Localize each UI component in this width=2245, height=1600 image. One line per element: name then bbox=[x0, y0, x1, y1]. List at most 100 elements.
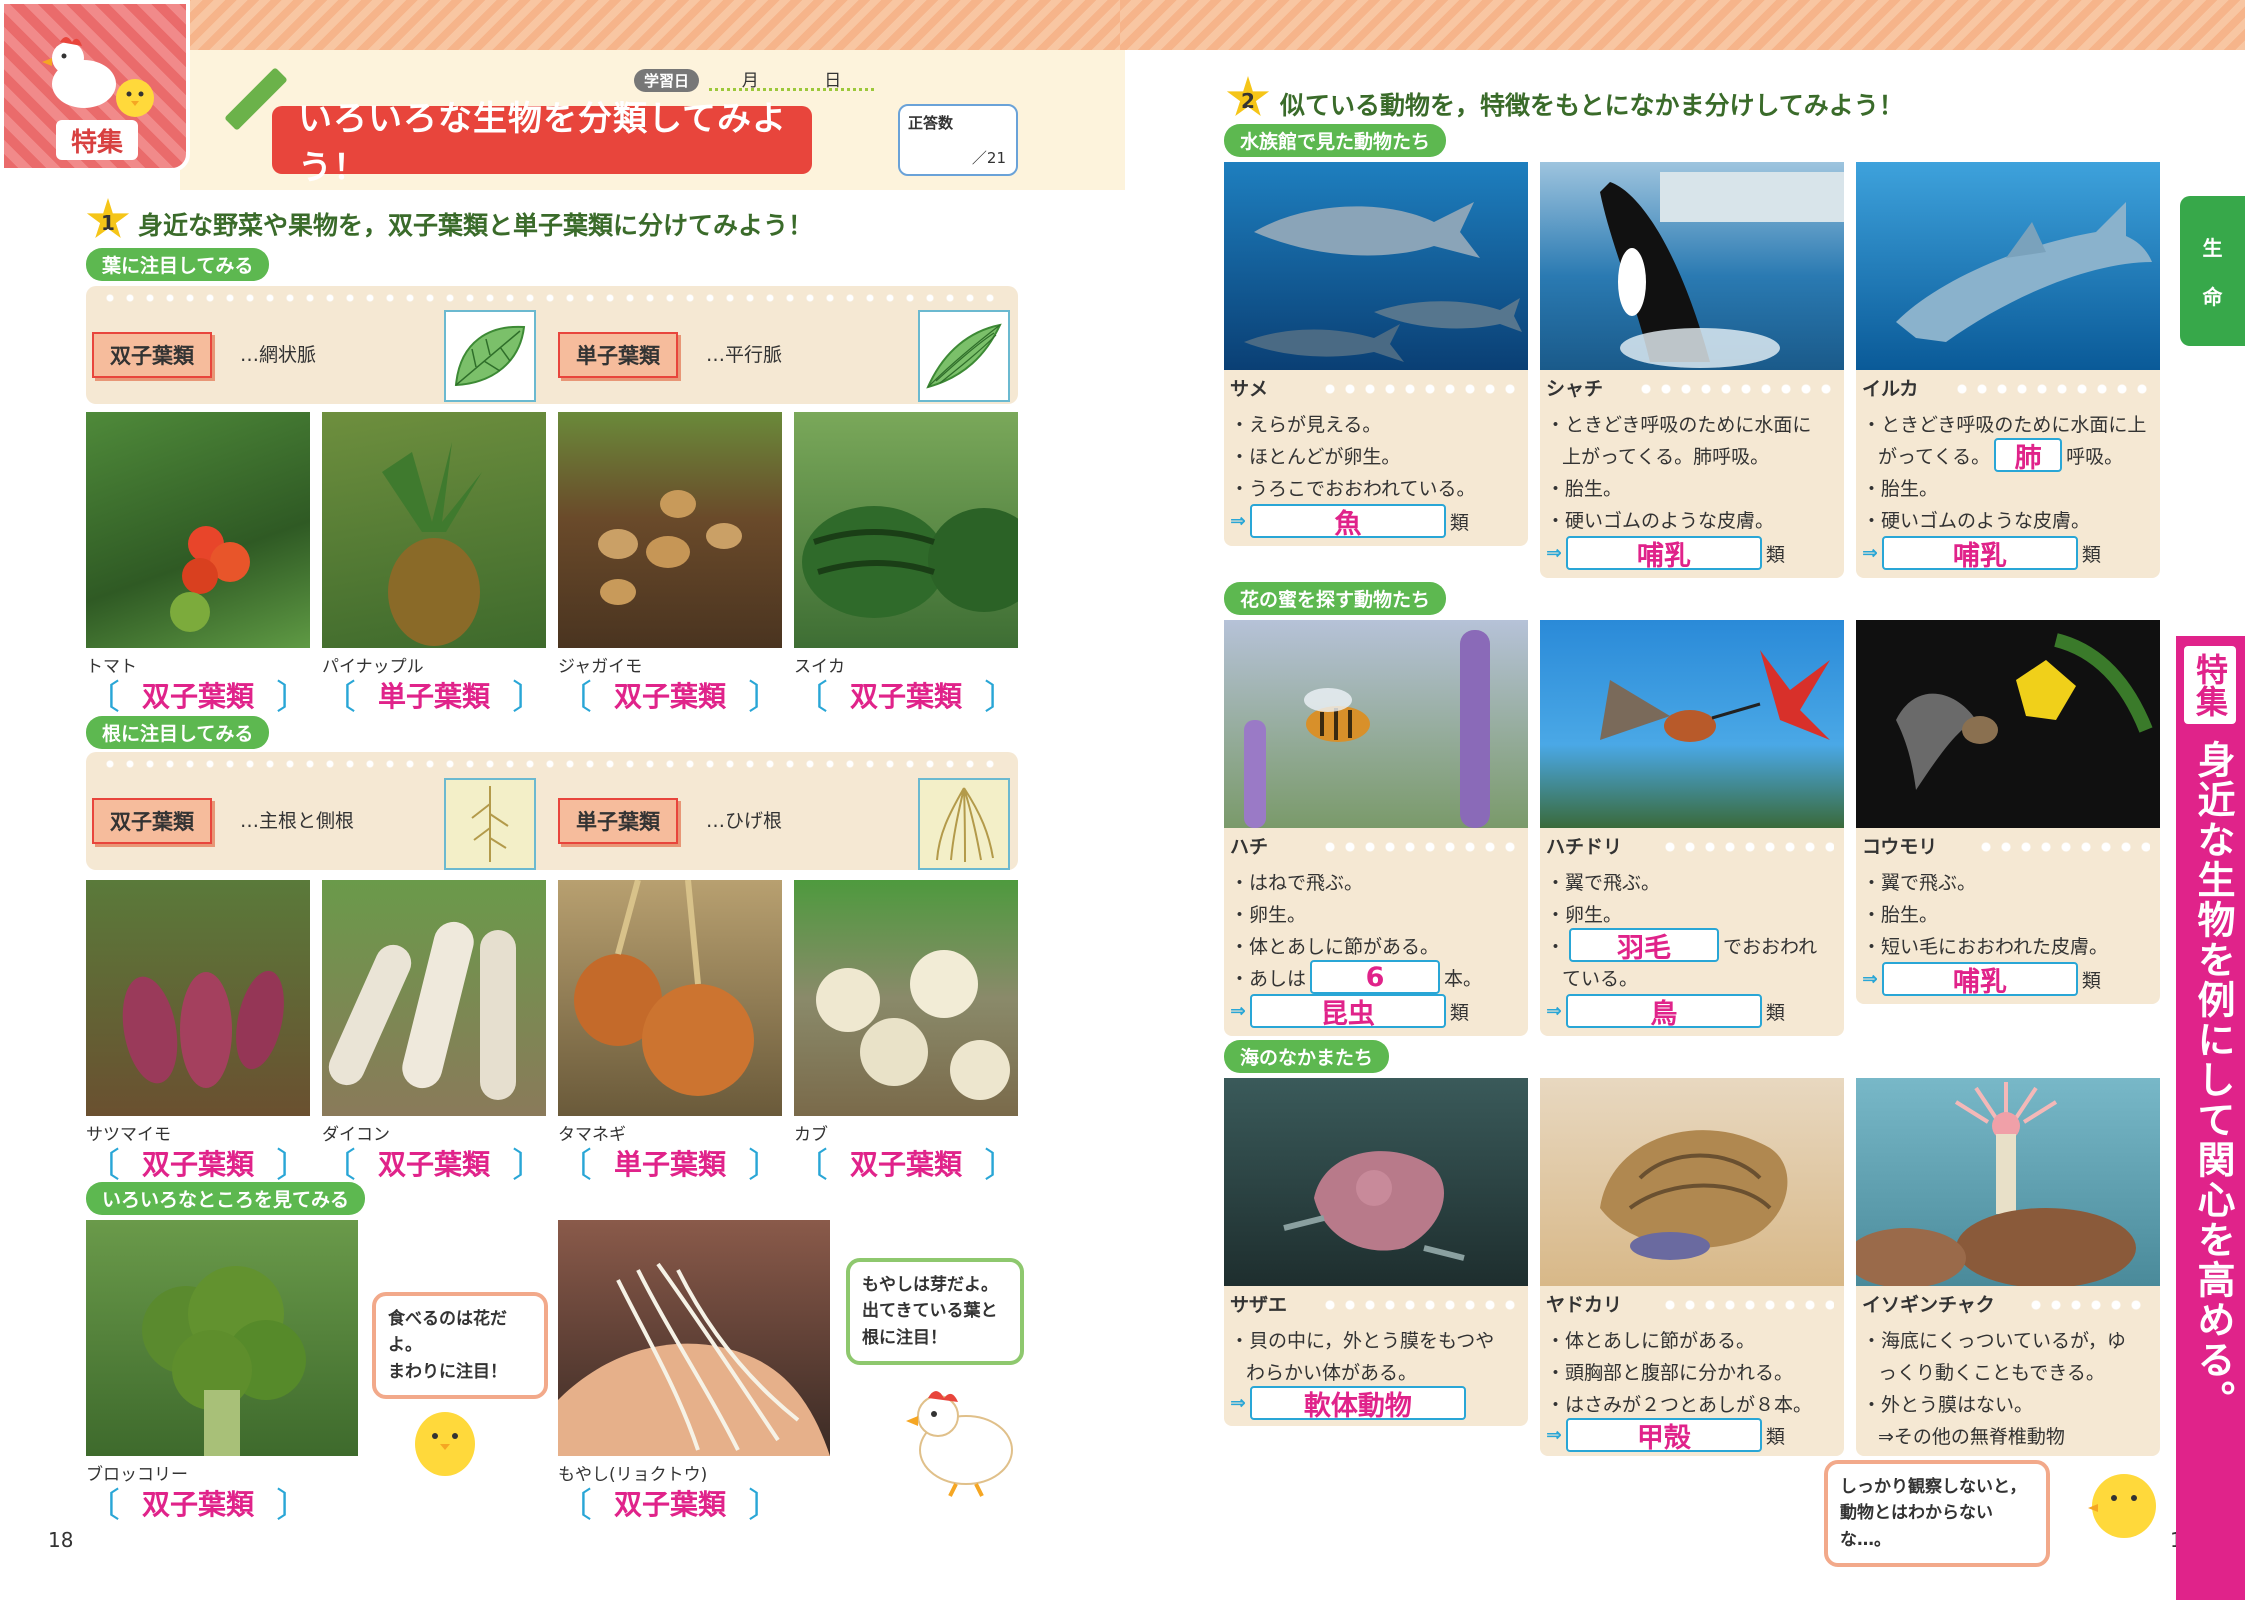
turnip-photo bbox=[794, 880, 1018, 1116]
observation-hint-bubble: しっかり観察しないと， 動物とはわからないな…。 bbox=[1824, 1460, 2050, 1568]
leaf-section-label: 葉に注目してみる bbox=[86, 248, 270, 281]
broccoli-answer[interactable]: 〔双子葉類〕 bbox=[86, 1478, 310, 1527]
root-type-strip bbox=[86, 752, 1018, 870]
orca-photo bbox=[1540, 162, 1844, 370]
hermit-crab-photo bbox=[1540, 1078, 1844, 1286]
hermit-crab-name: ヤドカリ bbox=[1546, 1294, 1623, 1316]
hummingbird-covering-answer[interactable]: 羽毛 bbox=[1569, 928, 1720, 964]
leaf-type-monocot-label: 単子葉類 bbox=[558, 332, 678, 378]
parallel-vein-leaf-icon bbox=[918, 310, 1010, 402]
bee-card: ハチ ・はねで飛ぶ。 ・卵生。 ・体とあしに節がある。 ・あしは 6 本。 ⇒ … bbox=[1224, 828, 1528, 1036]
bee-legs-answer[interactable]: 6 bbox=[1310, 960, 1441, 994]
header-stripe bbox=[180, 0, 1125, 50]
pineapple-answer[interactable]: 〔単子葉類〕 bbox=[322, 670, 546, 719]
tomato-answer[interactable]: 〔双子葉類〕 bbox=[86, 670, 310, 719]
chick-mascot-icon bbox=[415, 1412, 475, 1476]
chick-icon bbox=[116, 79, 154, 117]
net-vein-leaf-icon bbox=[444, 310, 536, 402]
page-number-left: 18 bbox=[48, 1528, 74, 1552]
sea-group-label: 海のなかまたち bbox=[1224, 1040, 1390, 1073]
orca-name: シャチ bbox=[1546, 378, 1604, 400]
hummingbird-card: ハチドリ ・翼で飛ぶ。 ・卵生。 ・ 羽毛 でおおわれ ている。 ⇒ 鳥 類 bbox=[1540, 828, 1844, 1036]
orca-answer[interactable]: 哺乳 bbox=[1565, 536, 1762, 572]
turban-shell-name: サザエ bbox=[1230, 1294, 1288, 1316]
page-title: いろいろな生物を分類してみよう！ bbox=[272, 99, 812, 188]
teacher-note-tag: 特集 bbox=[2184, 646, 2236, 724]
day-label: 日 bbox=[824, 71, 842, 91]
root-type-monocot-label: 単子葉類 bbox=[558, 798, 678, 844]
bat-photo bbox=[1856, 620, 2160, 828]
bee-photo bbox=[1224, 620, 1528, 828]
hermit-crab-card: ヤドカリ ・体とあしに節がある。 ・頭胸部と腹部に分かれる。 ・はさみが２つとあ… bbox=[1540, 1286, 1844, 1456]
question-1-number: 1 bbox=[86, 198, 130, 239]
turban-shell-answer[interactable]: 軟体動物 bbox=[1249, 1386, 1466, 1422]
leaf-type-strip bbox=[86, 286, 1018, 404]
dolphin-card: イルカ ・ときどき呼吸のために水面に上 がってくる。 肺 呼吸。 ・胎生。 ・硬… bbox=[1856, 370, 2160, 578]
hummingbird-answer[interactable]: 鳥 bbox=[1565, 994, 1762, 1030]
dolphin-photo bbox=[1856, 162, 2160, 370]
taproot-icon bbox=[444, 778, 536, 870]
onion-answer[interactable]: 〔単子葉類〕 bbox=[558, 1138, 782, 1187]
fibrous-root-icon bbox=[918, 778, 1010, 870]
broccoli-photo bbox=[86, 1220, 358, 1456]
teacher-note-text: 身近な生物を例にして関心を高める。 bbox=[2191, 740, 2235, 1420]
turban-shell-card: サザエ ・貝の中に，外とう膜をもつや わらかい体がある。 ⇒ 軟体動物 bbox=[1224, 1286, 1528, 1426]
leaf-type-dicot-label: 双子葉類 bbox=[92, 332, 212, 378]
sea-anemone-card: イソギンチャク ・海底にくっついているが，ゆ っくり動くこともできる。 ・外とう… bbox=[1856, 1286, 2160, 1456]
sea-anemone-name: イソギンチャク bbox=[1862, 1294, 1995, 1316]
life-section-tab[interactable]: 生 命 bbox=[2180, 196, 2245, 346]
shark-photo bbox=[1224, 162, 1528, 370]
month-label: 月 bbox=[741, 71, 759, 91]
sweet-potato-answer[interactable]: 〔双子葉類〕 bbox=[86, 1138, 310, 1187]
bat-answer[interactable]: 哺乳 bbox=[1881, 962, 2078, 998]
nectar-group-label: 花の蜜を探す動物たち bbox=[1224, 582, 1447, 615]
tomato-photo bbox=[86, 412, 310, 648]
special-badge-label: 特集 bbox=[56, 120, 138, 160]
bat-name: コウモリ bbox=[1862, 836, 1938, 858]
potato-photo bbox=[558, 412, 782, 648]
broccoli-hint-bubble: 食べるのは花だよ。 まわりに注目！ bbox=[372, 1292, 548, 1400]
leaf-type-dicot-desc: …網状脈 bbox=[240, 344, 317, 366]
sea-anemone-photo bbox=[1856, 1078, 2160, 1286]
score-total: ／21 bbox=[971, 149, 1006, 167]
bee-answer[interactable]: 昆虫 bbox=[1249, 994, 1446, 1030]
potato-answer[interactable]: 〔双子葉類〕 bbox=[558, 670, 782, 719]
hen-mascot-icon bbox=[906, 1391, 1013, 1497]
score-box[interactable]: 正答数 ／21 bbox=[898, 104, 1018, 176]
hermit-crab-answer[interactable]: 甲殻 bbox=[1565, 1418, 1762, 1454]
dolphin-name: イルカ bbox=[1862, 378, 1919, 400]
chick-mascot-right-icon bbox=[2088, 1474, 2156, 1538]
study-day-field[interactable]: 学習日 月 日 bbox=[634, 66, 874, 94]
misc-section-label: いろいろなところを見てみる bbox=[86, 1182, 366, 1215]
dolphin-answer[interactable]: 哺乳 bbox=[1881, 536, 2078, 572]
pineapple-photo bbox=[322, 412, 546, 648]
question-1-text: 身近な野菜や果物を，双子葉類と単子葉類に分けてみよう！ bbox=[138, 211, 814, 240]
onion-photo bbox=[558, 880, 782, 1116]
moyashi-hint-bubble: もやしは芽だよ。 出てきている葉と 根に注目！ bbox=[846, 1258, 1024, 1366]
dolphin-breathing-answer[interactable]: 肺 bbox=[1994, 438, 2063, 474]
root-section-label: 根に注目してみる bbox=[86, 716, 270, 749]
root-type-monocot-desc: …ひげ根 bbox=[706, 810, 783, 832]
shark-answer[interactable]: 魚 bbox=[1249, 504, 1446, 540]
question-2-number: 2 bbox=[1226, 76, 1270, 117]
aquarium-group-label: 水族館で見た動物たち bbox=[1224, 124, 1447, 157]
root-type-dicot-desc: …主根と側根 bbox=[240, 810, 355, 832]
hummingbird-name: ハチドリ bbox=[1546, 836, 1623, 858]
leaf-type-monocot-desc: …平行脈 bbox=[706, 344, 783, 366]
bat-card: コウモリ ・翼で飛ぶ。 ・胎生。 ・短い毛におおわれた皮膚。 ⇒ 哺乳 類 bbox=[1856, 828, 2160, 1004]
study-day-line: 月 日 bbox=[709, 69, 874, 91]
daikon-answer[interactable]: 〔双子葉類〕 bbox=[322, 1138, 546, 1187]
turnip-answer[interactable]: 〔双子葉類〕 bbox=[794, 1138, 1018, 1187]
orca-card: シャチ ・ときどき呼吸のために水面に 上がってくる。肺呼吸。 ・胎生。 ・硬いゴ… bbox=[1540, 370, 1844, 578]
hummingbird-photo bbox=[1540, 620, 1844, 828]
header-stripe-right bbox=[1120, 0, 2245, 50]
shark-card: サメ ・えらが見える。 ・ほとんどが卵生。 ・うろこでおおわれている。 ⇒ 魚 … bbox=[1224, 370, 1528, 546]
shark-name: サメ bbox=[1230, 378, 1269, 400]
study-day-label: 学習日 bbox=[634, 68, 700, 92]
turban-shell-photo bbox=[1224, 1078, 1528, 1286]
daikon-photo bbox=[322, 880, 546, 1116]
bean-sprouts-answer[interactable]: 〔双子葉類〕 bbox=[558, 1478, 782, 1527]
score-label: 正答数 bbox=[908, 114, 954, 132]
watermelon-answer[interactable]: 〔双子葉類〕 bbox=[794, 670, 1018, 719]
root-type-dicot-label: 双子葉類 bbox=[92, 798, 212, 844]
